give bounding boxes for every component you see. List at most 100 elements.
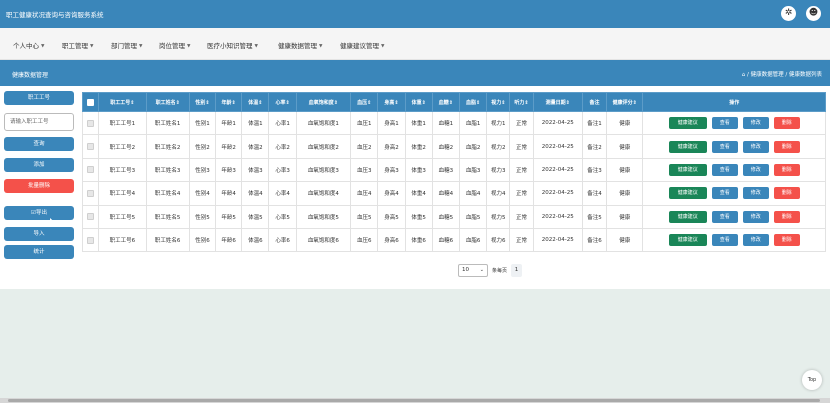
view-button[interactable]: 查看 [711, 234, 738, 247]
nav-item-health-data[interactable]: 健康数据管理 ▼ [278, 40, 322, 50]
column-header[interactable]: 职工工号⇕ [98, 92, 147, 112]
cell-gender: 性别2 [188, 134, 217, 159]
app-title: 职工健康状况查询与咨询服务系统 [6, 11, 104, 19]
health-data-table: 职工工号⇕ 职工姓名⇕ 性别⇕ 年龄⇕ 体温⇕ 心率⇕ 血氧饱和度⇕ 血压⇕ 身… [81, 92, 826, 253]
delete-button[interactable]: 删除 [773, 210, 800, 223]
pagination: 10 ⌄ 条每页 1 [458, 263, 523, 277]
edit-button[interactable]: 修改 [742, 234, 769, 247]
health-advice-button[interactable]: 健康建议 [668, 140, 707, 153]
column-header[interactable]: 体温⇕ [241, 92, 270, 112]
cell-blood-sugar: 血糖2 [431, 134, 461, 159]
health-advice-button[interactable]: 健康建议 [668, 234, 707, 247]
cell-hearing: 正常 [509, 134, 534, 159]
scrollbar-thumb[interactable] [8, 399, 820, 402]
health-advice-button[interactable]: 健康建议 [668, 163, 707, 176]
column-header[interactable]: 视力⇕ [486, 92, 511, 112]
cell-remark: 备注1 [581, 110, 608, 136]
column-header[interactable]: 年龄⇕ [215, 92, 243, 112]
edit-button[interactable]: 修改 [742, 163, 769, 176]
row-checkbox[interactable] [81, 181, 100, 206]
view-button[interactable]: 查看 [711, 187, 738, 200]
cell-measure-date: 2022-04-25 [532, 110, 583, 136]
delete-button[interactable]: 删除 [773, 117, 800, 130]
delete-button[interactable]: 删除 [773, 163, 800, 176]
nav-item-position[interactable]: 岗位管理 ▼ [159, 40, 190, 50]
back-to-top-button[interactable]: Top [802, 370, 822, 390]
cell-blood-pressure: 血压3 [350, 157, 379, 183]
column-header[interactable]: 体重⇕ [404, 92, 433, 112]
edit-button[interactable]: 修改 [742, 187, 769, 200]
nav-item-staff[interactable]: 职工管理 ▼ [62, 40, 93, 50]
health-advice-button[interactable]: 健康建议 [668, 117, 707, 130]
cell-health-score: 健康 [606, 181, 644, 206]
cell-blood-lipid: 血脂5 [458, 204, 488, 229]
page-number-current[interactable]: 1 [511, 263, 523, 277]
cell-heart-rate: 心率3 [268, 157, 297, 183]
edit-button[interactable]: 修改 [742, 140, 769, 153]
cell-weight: 体重6 [404, 227, 433, 253]
column-header[interactable]: 职工姓名⇕ [145, 92, 190, 112]
delete-button[interactable]: 删除 [773, 234, 800, 247]
row-actions: 健康建议 查看 修改 删除 [642, 181, 826, 206]
row-checkbox[interactable] [81, 110, 100, 136]
cell-blood-oxygen: 血氧饱和度2 [295, 134, 352, 159]
cell-staff-name: 职工姓名3 [145, 157, 190, 183]
column-header[interactable]: 血脂⇕ [458, 92, 488, 112]
cell-measure-date: 2022-04-25 [532, 204, 583, 229]
cell-temperature: 体温4 [241, 181, 270, 206]
batch-delete-button[interactable]: 批量删除 [4, 179, 74, 193]
column-header[interactable]: 身高⇕ [377, 92, 406, 112]
cell-temperature: 体温6 [241, 227, 270, 253]
query-button[interactable]: 查询 [4, 137, 74, 151]
row-checkbox[interactable] [81, 157, 100, 183]
column-header[interactable]: 性别⇕ [188, 92, 217, 112]
column-header[interactable]: 健康评分⇕ [606, 92, 644, 112]
nav-item-department[interactable]: 部门管理 ▼ [111, 40, 142, 50]
table-row: 职工工号1 职工姓名1 性别1 年龄1 体温1 心率1 血氧饱和度1 血压1 身高1 体重1 血糖1… [81, 110, 826, 136]
view-button[interactable]: 查看 [711, 210, 738, 223]
row-checkbox[interactable] [81, 227, 100, 253]
nav-item-health-advice[interactable]: 健康建议管理 ▼ [340, 40, 384, 50]
edit-button[interactable]: 修改 [742, 210, 769, 223]
column-header[interactable]: 血压⇕ [350, 92, 379, 112]
per-page-label: 条每页 [492, 267, 508, 274]
column-header[interactable]: 心率⇕ [268, 92, 297, 112]
settings-icon[interactable]: ✲ [781, 6, 796, 21]
import-button[interactable]: 导入 [4, 227, 74, 241]
user-icon[interactable]: ☻ [806, 6, 821, 21]
cell-health-score: 健康 [606, 157, 644, 183]
column-header[interactable]: 血糖⇕ [431, 92, 461, 112]
nav-item-medical-tips[interactable]: 医疗小知识管理 ▼ [207, 40, 258, 50]
horizontal-scrollbar[interactable] [0, 398, 830, 403]
page-size-select[interactable]: 10 ⌄ [458, 263, 488, 277]
add-button[interactable]: 添加 [4, 158, 74, 172]
cell-age: 年龄6 [215, 227, 243, 253]
view-button[interactable]: 查看 [711, 163, 738, 176]
delete-button[interactable]: 删除 [773, 140, 800, 153]
delete-button[interactable]: 删除 [773, 187, 800, 200]
cell-measure-date: 2022-04-25 [532, 134, 583, 159]
column-header[interactable]: 血氧饱和度⇕ [295, 92, 352, 112]
view-button[interactable]: 查看 [711, 140, 738, 153]
stats-button[interactable]: 统计 [4, 245, 74, 259]
health-advice-button[interactable]: 健康建议 [668, 187, 707, 200]
row-checkbox[interactable] [81, 134, 100, 159]
staff-id-search-input[interactable] [4, 113, 74, 131]
cell-remark: 备注6 [581, 227, 608, 253]
health-advice-button[interactable]: 健康建议 [668, 210, 707, 223]
column-header[interactable]: 听力⇕ [509, 92, 534, 112]
edit-button[interactable]: 修改 [742, 117, 769, 130]
cell-vision: 视力5 [486, 204, 511, 229]
row-actions: 健康建议 查看 修改 删除 [642, 227, 826, 253]
nav-item-personal-center[interactable]: 个人中心 ▼ [13, 40, 44, 50]
cell-vision: 视力4 [486, 181, 511, 206]
cell-height: 身高3 [377, 157, 406, 183]
row-checkbox[interactable] [81, 204, 100, 229]
cell-remark: 备注3 [581, 157, 608, 183]
view-button[interactable]: 查看 [711, 117, 738, 130]
breadcrumb[interactable]: ⌂ / 健康数据管理 / 健康数据列表 [742, 70, 822, 78]
cell-age: 年龄2 [215, 134, 243, 159]
export-button[interactable]: ☑导出 [4, 206, 74, 220]
select-all-checkbox[interactable] [81, 92, 100, 112]
column-header[interactable]: 测量日期⇕ [532, 92, 583, 112]
